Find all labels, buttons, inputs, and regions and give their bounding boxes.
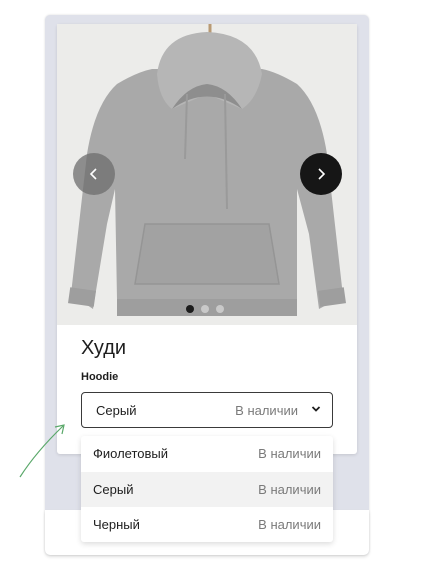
carousel-dot[interactable] [201,305,209,313]
chevron-right-icon [318,168,326,180]
chevron-down-icon [311,406,321,412]
color-select[interactable]: Серый В наличии [81,392,333,428]
select-value: Серый [96,402,137,418]
option-grey[interactable]: Серый В наличии [81,472,333,507]
product-title: Худи [81,337,127,359]
option-status: В наличии [258,446,321,461]
select-status: В наличии [235,402,298,418]
product-subtitle: Hoodie [81,371,119,383]
option-black[interactable]: Черный В наличии [81,507,333,542]
carousel-prev-button[interactable] [73,153,115,195]
option-status: В наличии [258,517,321,532]
chevron-left-icon [89,168,97,180]
color-options-menu: Фиолетовый В наличии Серый В наличии Чер… [81,436,333,542]
carousel-dot[interactable] [186,305,194,313]
option-label: Серый [93,482,134,497]
option-status: В наличии [258,482,321,497]
pointer-arrow-icon [19,424,65,478]
option-label: Фиолетовый [93,446,169,461]
carousel-dot[interactable] [216,305,224,313]
carousel-dots [186,305,224,313]
option-violet[interactable]: Фиолетовый В наличии [81,436,333,471]
option-label: Черный [93,517,140,532]
carousel-next-button[interactable] [300,153,342,195]
